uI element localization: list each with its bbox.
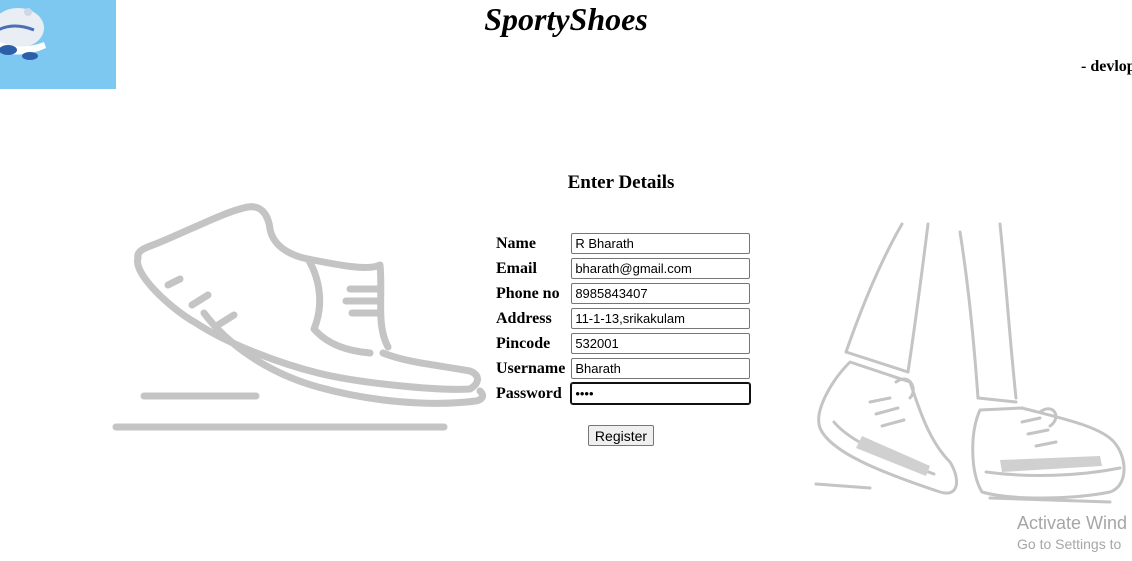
windows-activation-watermark: Activate Wind Go to Settings to [1017, 512, 1127, 554]
form-row: Phone no [496, 282, 751, 305]
field-label-email: Email [496, 259, 537, 277]
watermark-line-2: Go to Settings to [1017, 536, 1122, 552]
password-field[interactable] [570, 382, 752, 405]
form-row: Username [496, 357, 751, 380]
form-row: Email [496, 257, 751, 280]
field-label-password: Password [496, 384, 562, 402]
address-field[interactable] [571, 308, 751, 329]
name-field[interactable] [571, 233, 751, 254]
field-label-pincode: Pincode [496, 334, 551, 352]
form-row: Name [496, 232, 751, 255]
registration-form: Name Email Phone no Address Pincode User… [494, 230, 752, 407]
field-label-phone: Phone no [496, 284, 560, 302]
field-label-name: Name [496, 234, 536, 252]
phone-field[interactable] [571, 283, 751, 304]
site-title: SportyShoes [484, 1, 648, 37]
walking-legs-icon [814, 222, 1126, 504]
form-row: Pincode [496, 332, 751, 355]
running-shoe-icon [112, 203, 487, 431]
field-label-username: Username [496, 359, 566, 377]
username-field[interactable] [571, 358, 751, 379]
field-label-address: Address [496, 309, 552, 327]
watermark-line-1: Activate Wind [1017, 513, 1128, 533]
register-button[interactable]: Register [588, 425, 654, 446]
form-heading: Enter Details [567, 172, 675, 193]
developer-note: - devlop [1081, 58, 1132, 75]
pincode-field[interactable] [571, 333, 751, 354]
form-row: Password [496, 382, 752, 405]
form-row: Address [496, 307, 751, 330]
email-field[interactable] [571, 258, 751, 279]
